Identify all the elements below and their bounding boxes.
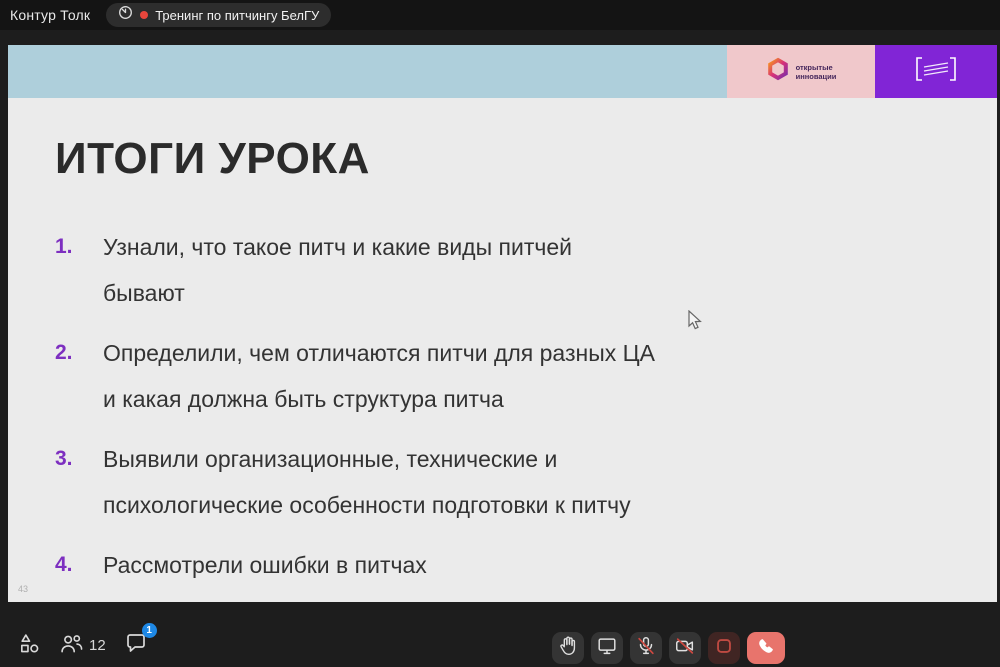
list-item-number: 4. <box>55 542 103 588</box>
layout-button[interactable] <box>18 632 41 660</box>
list-item-number: 1. <box>55 224 103 316</box>
chat-button[interactable]: 1 <box>124 631 148 660</box>
list-item: 4. Рассмотрели ошибки в питчах <box>55 542 655 588</box>
camera-off-icon <box>674 635 696 662</box>
participants-button[interactable]: 12 <box>59 632 106 660</box>
open-innovations-logo: открытые инновации <box>727 45 875 98</box>
top-bar: Контур Толк Тренинг по питчингу БелГУ <box>0 0 1000 30</box>
list-item-text: Узнали, что такое питч и какие виды питч… <box>103 224 572 316</box>
recording-dot <box>140 11 148 19</box>
timer-icon <box>118 5 133 25</box>
list-item-text: Выявили организационные, технические и п… <box>103 436 631 528</box>
app-title: Контур Толк <box>10 7 90 23</box>
meeting-pill[interactable]: Тренинг по питчингу БелГУ <box>106 3 331 27</box>
slide-page-number: 43 <box>18 584 28 594</box>
camera-off-button[interactable] <box>669 632 701 664</box>
lesson-summary-list: 1. Узнали, что такое питч и какие виды п… <box>55 224 655 602</box>
mic-muted-button[interactable] <box>630 632 662 664</box>
list-item-text: Рассмотрели ошибки в питчах <box>103 542 427 588</box>
bottom-left-tools: 12 1 <box>18 631 148 660</box>
raise-hand-icon <box>557 635 579 662</box>
university-platform-logo <box>875 45 997 98</box>
participants-icon <box>59 632 84 660</box>
mic-muted-icon <box>635 635 657 662</box>
stop-recording-button[interactable] <box>708 632 740 664</box>
layout-shapes-icon <box>18 632 41 660</box>
list-item: 3. Выявили организационные, технические … <box>55 436 655 528</box>
hangup-button[interactable] <box>747 632 785 664</box>
open-innovations-label: открытые инновации <box>796 63 837 81</box>
mouse-cursor <box>688 310 704 337</box>
raise-hand-button[interactable] <box>552 632 584 664</box>
shared-screen-slide: открытые инновации ИТОГИ УРОКА <box>8 45 997 602</box>
slide-body: ИТОГИ УРОКА 1. Узнали, что такое питч и … <box>8 98 997 602</box>
screen-share-button[interactable] <box>591 632 623 664</box>
hangup-icon <box>755 635 777 662</box>
slide-header-band: открытые инновации <box>8 45 997 98</box>
chat-unread-badge: 1 <box>142 623 157 638</box>
open-innovations-mark-icon <box>766 57 790 86</box>
stop-recording-icon <box>713 635 735 662</box>
bracket-logo-icon <box>908 51 964 92</box>
list-item-number: 2. <box>55 330 103 422</box>
kontur-talk-app: { "app": { "title": "Контур Толк" }, "me… <box>0 0 1000 667</box>
list-item: 1. Узнали, что такое питч и какие виды п… <box>55 224 655 316</box>
list-item-number: 3. <box>55 436 103 528</box>
screen-share-icon <box>596 635 618 662</box>
meeting-title: Тренинг по питчингу БелГУ <box>155 8 319 23</box>
list-item-text: Определили, чем отличаются питчи для раз… <box>103 330 655 422</box>
list-item: 2. Определили, чем отличаются питчи для … <box>55 330 655 422</box>
participants-count: 12 <box>89 637 106 654</box>
call-controls <box>552 632 785 664</box>
header-band-blue <box>8 45 727 98</box>
slide-title: ИТОГИ УРОКА <box>55 134 370 184</box>
